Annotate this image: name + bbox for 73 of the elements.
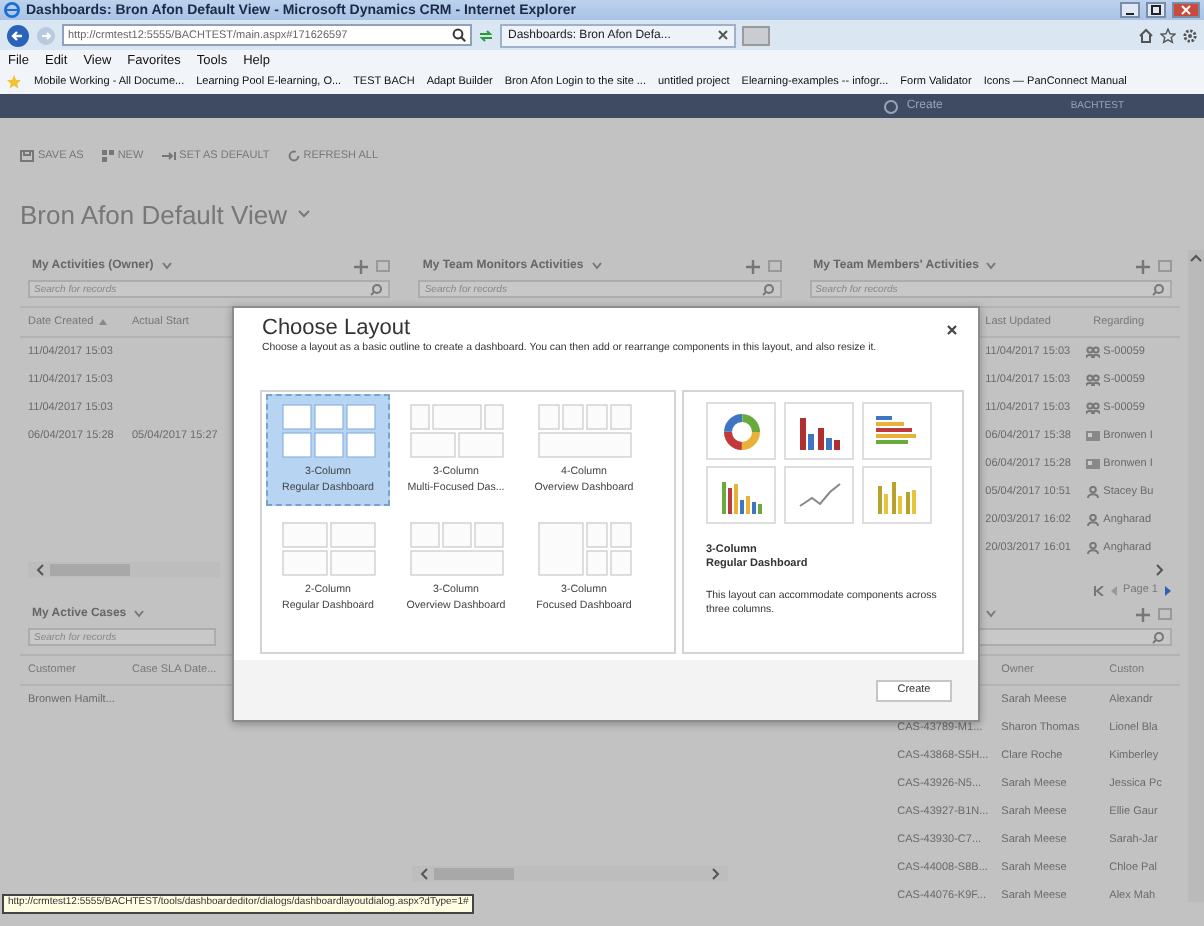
close-icon[interactable]	[718, 30, 728, 40]
horizontal-scrollbar[interactable]	[412, 866, 728, 882]
line-chart-icon	[797, 481, 841, 509]
search-icon[interactable]	[761, 283, 774, 295]
chevron-down-icon[interactable]	[161, 262, 172, 270]
search-icon	[452, 28, 466, 42]
close-button[interactable]	[1172, 2, 1200, 18]
back-button[interactable]	[6, 23, 30, 47]
close-icon[interactable]	[946, 324, 958, 336]
scroll-up-icon[interactable]	[1190, 254, 1202, 262]
column-chart-icon	[875, 477, 919, 513]
chevron-right-icon[interactable]	[1155, 564, 1164, 576]
chevron-left-icon[interactable]	[420, 868, 428, 880]
people-icon	[1085, 346, 1100, 358]
add-icon[interactable]	[1135, 607, 1150, 621]
first-page-icon[interactable]	[1093, 585, 1104, 595]
maximize-button[interactable]	[1146, 2, 1166, 18]
layout-grid-icon	[281, 404, 375, 458]
save-icon	[20, 150, 34, 162]
layout-grid-icon	[537, 404, 631, 458]
settings-icon[interactable]	[1182, 27, 1198, 43]
star-icon[interactable]	[1160, 27, 1176, 43]
vertical-scrollbar[interactable]	[1188, 250, 1204, 902]
add-icon[interactable]	[1135, 259, 1150, 273]
chevron-right-icon[interactable]	[712, 868, 720, 880]
expand-icon[interactable]	[1157, 608, 1172, 620]
expand-icon[interactable]	[767, 260, 782, 272]
expand-icon[interactable]	[376, 260, 391, 272]
layout-grid-icon	[281, 522, 375, 576]
search-icon[interactable]	[1151, 283, 1164, 295]
grid-icon	[101, 150, 114, 162]
person-icon	[1085, 542, 1100, 554]
new-tab-button[interactable]	[742, 25, 770, 45]
forward-button[interactable]	[36, 25, 56, 45]
people-icon	[1085, 374, 1100, 386]
chevron-down-icon[interactable]	[298, 210, 311, 218]
person-icon	[1085, 486, 1100, 498]
column-chart-icon	[797, 413, 841, 449]
home-icon[interactable]	[1138, 27, 1154, 43]
people-icon	[1085, 402, 1100, 414]
dialog-title: Choose Layout	[262, 316, 410, 340]
search-icon[interactable]	[1151, 631, 1164, 643]
chevron-down-icon[interactable]	[986, 262, 997, 270]
layout-grid-icon	[537, 522, 631, 576]
refresh-icon[interactable]	[478, 27, 494, 43]
previous-page-icon[interactable]	[1109, 585, 1118, 595]
layout-grid-icon	[409, 522, 503, 576]
person-icon	[1085, 514, 1100, 526]
close-icon	[1180, 4, 1192, 16]
layout-grid-icon	[409, 404, 503, 458]
maximize-icon	[1150, 4, 1162, 16]
card-icon	[1085, 458, 1100, 470]
browser-logo-icon	[4, 2, 20, 18]
favorites-star-icon[interactable]	[6, 74, 22, 90]
chevron-down-icon[interactable]	[985, 610, 996, 618]
arrow-icon	[161, 150, 176, 162]
add-icon[interactable]	[354, 259, 369, 273]
search-icon[interactable]	[370, 283, 383, 295]
minimize-button[interactable]	[1120, 2, 1140, 18]
card-icon	[1085, 430, 1100, 442]
column-chart-icon	[719, 477, 763, 513]
expand-icon[interactable]	[1157, 260, 1172, 272]
chevron-down-icon[interactable]	[134, 610, 145, 618]
create-icon	[884, 99, 899, 113]
chevron-down-icon[interactable]	[591, 262, 602, 270]
add-icon[interactable]	[745, 259, 760, 273]
donut-chart-icon	[721, 411, 761, 451]
next-page-icon[interactable]	[1163, 585, 1172, 595]
bar-chart-icon	[875, 413, 919, 449]
chevron-left-icon[interactable]	[36, 564, 44, 576]
refresh-icon	[287, 150, 300, 162]
horizontal-scrollbar[interactable]	[28, 562, 220, 578]
dashboard-title[interactable]: Bron Afon Default View	[20, 199, 287, 229]
